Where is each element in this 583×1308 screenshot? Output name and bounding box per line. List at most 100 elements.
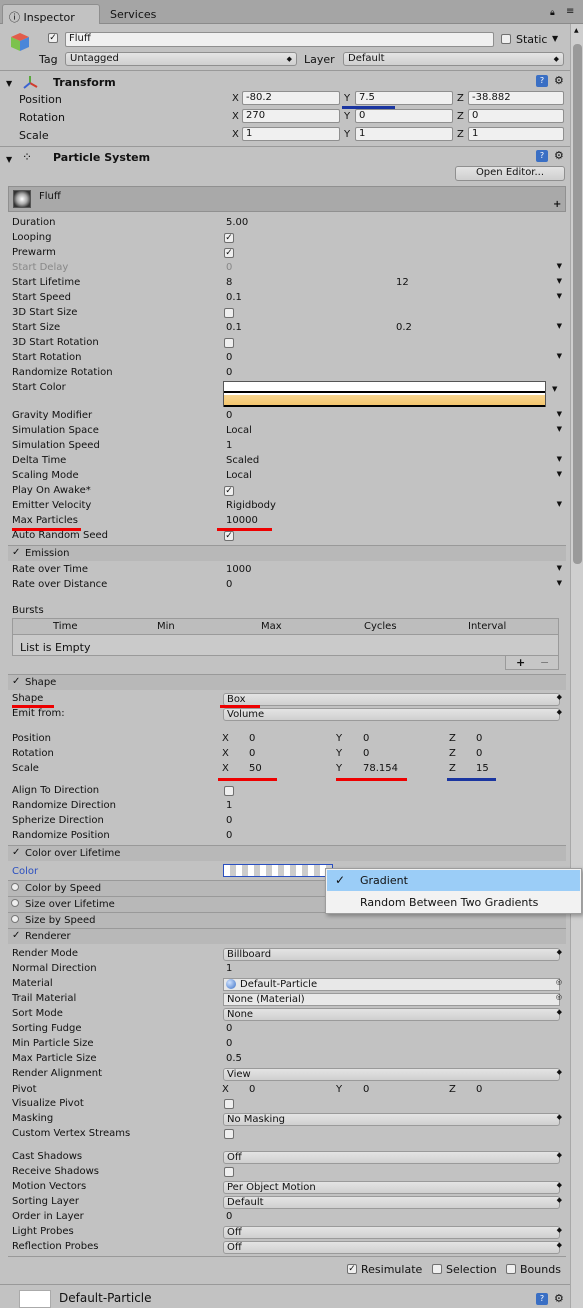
rotation-z-field[interactable]: 0 (468, 109, 564, 123)
emission-module-header[interactable]: ✓ Emission (8, 545, 566, 561)
render-mode-row[interactable]: Render Mode Billboard ◆ (8, 947, 566, 962)
light-probes-value[interactable]: Off (223, 1226, 560, 1239)
simulation-speed-row[interactable]: Simulation Speed 1 (8, 439, 566, 454)
emitter-velocity-row[interactable]: Emitter Velocity Rigidbody ▼ (8, 499, 566, 514)
vertical-scrollbar[interactable]: ▲ (570, 24, 583, 1308)
shape-scale-x-field[interactable]: 50 (249, 763, 262, 774)
dropdown-arrow-icon[interactable]: ▼ (557, 322, 562, 330)
randomize-position-value[interactable]: 0 (223, 830, 560, 843)
dropdown-arrow-icon[interactable]: ◆ (557, 1241, 562, 1249)
open-editor-button[interactable]: Open Editor... (455, 166, 565, 181)
motion-vectors-value[interactable]: Per Object Motion (223, 1181, 560, 1194)
min-particle-size-row[interactable]: Min Particle Size 0 (8, 1037, 566, 1052)
object-picker-icon[interactable]: ◎ (556, 978, 562, 986)
pivot-z-field[interactable]: 0 (476, 1084, 482, 1095)
check-icon[interactable]: ✓ (12, 547, 20, 558)
shape-module-header[interactable]: ✓ Shape (8, 674, 566, 690)
scaling-mode-row[interactable]: Scaling Mode Local ▼ (8, 469, 566, 484)
play-on-awake-row[interactable]: Play On Awake* ✓ (8, 484, 566, 499)
looping-checkbox[interactable]: ✓ (224, 233, 234, 243)
check-icon[interactable]: ✓ (12, 676, 20, 687)
start-delay-row[interactable]: Start Delay 0 ▼ (8, 261, 566, 276)
disabled-radio-icon[interactable] (11, 915, 19, 923)
menu-icon[interactable]: ≡ (566, 6, 574, 17)
emit-from-dropdown[interactable]: Volume (223, 708, 560, 721)
rate-over-time-value[interactable]: 1000 (223, 564, 560, 577)
spherize-direction-row[interactable]: Spherize Direction 0 (8, 814, 566, 829)
start-size-row[interactable]: Start Size 0.1 0.2 ▼ (8, 321, 566, 336)
object-name-field[interactable]: Fluff (65, 32, 494, 47)
dropdown-arrow-icon[interactable]: ▼ (557, 352, 562, 360)
layer-dropdown[interactable]: Default ◆ (343, 52, 564, 66)
spherize-direction-value[interactable]: 0 (223, 815, 560, 828)
sorting-fudge-value[interactable]: 0 (223, 1023, 560, 1036)
dropdown-arrow-icon[interactable]: ▼ (557, 564, 562, 572)
scale-x-field[interactable]: 1 (242, 127, 340, 141)
pivot-y-field[interactable]: 0 (363, 1084, 369, 1095)
3d-start-size-checkbox[interactable] (224, 308, 234, 318)
trail-material-value[interactable]: None (Material) (223, 993, 560, 1006)
start-size-value[interactable]: 0.1 (223, 322, 373, 335)
bounds-checkbox[interactable] (506, 1264, 516, 1274)
object-picker-icon[interactable]: ◎ (556, 993, 562, 1001)
simulation-speed-value[interactable]: 1 (223, 440, 560, 453)
dropdown-arrow-icon[interactable]: ◆ (557, 948, 562, 956)
dropdown-arrow-icon[interactable]: ▼ (557, 455, 562, 463)
rate-over-distance-row[interactable]: Rate over Distance 0 ▼ (8, 578, 566, 593)
gear-icon[interactable]: ⚙ (554, 74, 564, 87)
start-speed-row[interactable]: Start Speed 0.1 ▼ (8, 291, 566, 306)
max-particles-value[interactable]: 10000 (223, 515, 560, 528)
reflection-probes-value[interactable]: Off (223, 1241, 560, 1254)
shape-row[interactable]: Shape Box ◆ (8, 692, 566, 707)
auto-random-seed-checkbox[interactable]: ✓ (224, 531, 234, 541)
foldout-arrow-icon[interactable]: ▼ (6, 79, 12, 88)
check-icon[interactable]: ✓ (12, 847, 20, 858)
scale-z-field[interactable]: 1 (468, 127, 564, 141)
sort-mode-value[interactable]: None (223, 1008, 560, 1021)
cast-shadows-row[interactable]: Cast Shadows Off ◆ (8, 1150, 566, 1165)
scroll-up-icon[interactable]: ▲ (574, 27, 579, 34)
prewarm-row[interactable]: Prewarm ✓ (8, 246, 566, 261)
duration-value[interactable]: 5.00 (223, 217, 560, 230)
gear-icon[interactable]: ⚙ (554, 149, 564, 162)
disabled-radio-icon[interactable] (11, 899, 19, 907)
simulation-space-value[interactable]: Local (223, 425, 560, 438)
custom-vertex-streams-checkbox[interactable] (224, 1129, 234, 1139)
start-speed-value[interactable]: 0.1 (223, 292, 560, 305)
sorting-layer-value[interactable]: Default (223, 1196, 560, 1209)
emitter-velocity-value[interactable]: Rigidbody (223, 500, 560, 513)
emit-from-row[interactable]: Emit from: Volume ◆ (8, 707, 566, 722)
shape-position-z-field[interactable]: 0 (476, 733, 482, 744)
render-alignment-row[interactable]: Render Alignment View ◆ (8, 1067, 566, 1082)
min-particle-size-value[interactable]: 0 (223, 1038, 560, 1051)
static-dropdown-arrow[interactable]: ▼ (552, 34, 558, 43)
shape-rotation-x-field[interactable]: 0 (249, 748, 255, 759)
dropdown-arrow-icon[interactable]: ▼ (557, 425, 562, 433)
scale-y-field[interactable]: 1 (355, 127, 453, 141)
auto-random-seed-row[interactable]: Auto Random Seed ✓ (8, 529, 566, 544)
sorting-fudge-row[interactable]: Sorting Fudge 0 (8, 1022, 566, 1037)
system-header[interactable] (8, 186, 566, 212)
reflection-probes-row[interactable]: Reflection Probes Off ◆ (8, 1240, 566, 1255)
add-burst-button[interactable]: + (516, 656, 525, 669)
dropdown-arrow-icon[interactable]: ▼ (557, 292, 562, 300)
receive-shadows-checkbox[interactable] (224, 1167, 234, 1177)
material-row[interactable]: Material Default-Particle ◎ (8, 977, 566, 992)
remove-burst-button[interactable]: − (540, 656, 549, 669)
3d-start-size-row[interactable]: 3D Start Size (8, 306, 566, 321)
start-color-dropdown-arrow[interactable]: ▼ (552, 385, 557, 393)
dropdown-arrow-icon[interactable]: ▼ (557, 470, 562, 478)
masking-dropdown[interactable]: No Masking (223, 1113, 560, 1126)
help-icon[interactable]: ? (536, 1293, 548, 1305)
scaling-mode-value[interactable]: Local (223, 470, 560, 483)
shape-dropdown[interactable]: Box (223, 693, 560, 706)
shape-rotation-y-field[interactable]: 0 (363, 748, 369, 759)
particle-system-title[interactable]: Particle System (53, 151, 150, 164)
rate-over-time-row[interactable]: Rate over Time 1000 ▼ (8, 563, 566, 578)
transform-title[interactable]: Transform (53, 76, 116, 89)
scrollbar-thumb[interactable] (573, 44, 582, 564)
shape-scale-z-field[interactable]: 15 (476, 763, 489, 774)
normal-direction-value[interactable]: 1 (223, 963, 560, 976)
rate-over-distance-value[interactable]: 0 (223, 579, 560, 592)
shape-rotation-z-field[interactable]: 0 (476, 748, 482, 759)
